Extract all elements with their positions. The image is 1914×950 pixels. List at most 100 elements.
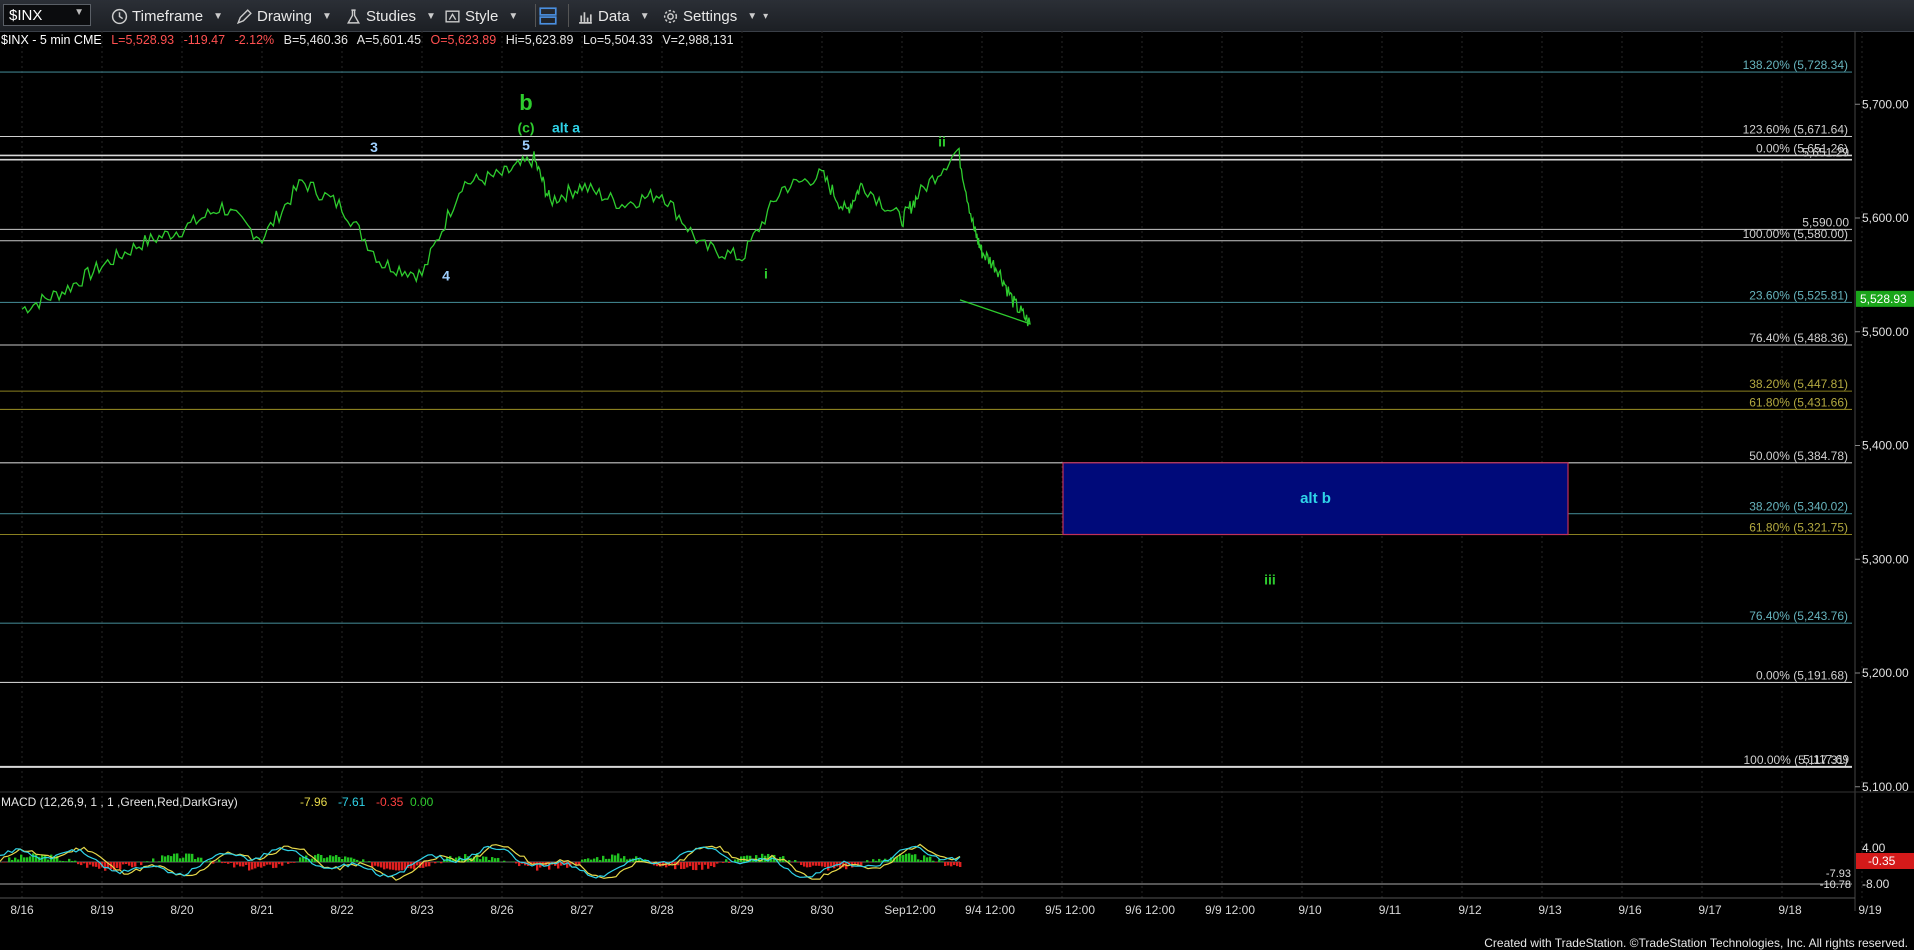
fib-level-label: 23.60% (5,525.81) [1749, 288, 1848, 302]
fib-level-label: 76.40% (5,488.36) [1749, 331, 1848, 345]
x-tick-label: 9/10 [1298, 903, 1322, 917]
macd-histogram-bar [92, 862, 95, 867]
timeframe-button[interactable]: Timeframe ▼ [111, 5, 223, 27]
macd-histogram-bar [185, 853, 188, 862]
macd-histogram-bar [158, 861, 161, 862]
last-price-tag-label: 5,528.93 [1860, 292, 1907, 306]
settings-button[interactable]: Settings ▼ ▾ [662, 5, 768, 27]
wave-label: i [764, 265, 768, 281]
macd-histogram-bar [86, 862, 89, 868]
macd-histogram-bar [323, 858, 326, 862]
macd-histogram-bar [704, 862, 707, 865]
settings-label: Settings [683, 7, 738, 25]
drawing-label: Drawing [257, 7, 313, 25]
macd-histogram-bar [329, 855, 332, 862]
macd-histogram-bar [332, 856, 335, 862]
last-price: L=5,528.93 [111, 33, 175, 47]
y-tick-label: 5,300.00 [1862, 552, 1909, 566]
macd-histogram-bar [602, 855, 605, 862]
drawing-button[interactable]: Drawing ▼ [236, 5, 332, 27]
macd-histogram-bar [233, 862, 236, 868]
macd-label: MACD (12,26,9, 1 , 1 ,Green,Red,DarkGray… [1, 795, 238, 809]
macd-histogram-bar [257, 862, 260, 867]
y-tick-label: 5,400.00 [1862, 439, 1909, 453]
macd-histogram-bar [140, 862, 143, 866]
macd-histogram-bar [347, 857, 350, 862]
macd-histogram-bar [815, 862, 818, 866]
chevron-down-icon: ▼ [747, 10, 758, 22]
macd-histogram-bar [584, 859, 587, 862]
macd-histogram-bar [194, 859, 197, 862]
x-tick-label: 8/20 [170, 903, 194, 917]
macd-histogram-bar [929, 856, 932, 862]
symbol-input[interactable]: $INX ▼ [3, 4, 91, 26]
macd-histogram-bar [68, 858, 71, 862]
studies-button[interactable]: Studies ▼ [345, 5, 436, 27]
macd-value: -7.61 [338, 795, 366, 809]
macd-histogram-bar [722, 862, 725, 863]
macd-histogram-bar [878, 858, 881, 862]
macd-histogram-bar [497, 857, 500, 862]
macd-histogram-bar [293, 862, 296, 863]
macd-histogram-bar [689, 862, 692, 867]
chevron-down-icon: ▼ [322, 10, 332, 22]
x-tick-label: 8/29 [730, 903, 754, 917]
macd-histogram-bar [263, 862, 266, 867]
price-line [21, 147, 1031, 327]
macd-histogram-bar [131, 862, 134, 868]
macd-histogram-bar [116, 862, 119, 868]
macd-histogram-bar [482, 856, 485, 862]
macd-histogram-bar [956, 862, 959, 867]
toolbar: $INX ▼ Timeframe ▼ Drawing ▼ Studies ▼ S… [0, 0, 1914, 32]
macd-histogram-bar [398, 862, 401, 871]
macd-histogram-bar [134, 862, 137, 867]
chevron-down-icon: ▼ [508, 10, 519, 22]
macd-histogram-bar [875, 860, 878, 862]
data-button[interactable]: Data ▼ [577, 5, 650, 27]
macd-histogram-bar [209, 860, 212, 862]
macd-histogram-bar [326, 857, 329, 862]
flask-icon [346, 8, 361, 24]
macd-value: 0.00 [410, 795, 434, 809]
style-button[interactable]: Style ▼ [444, 5, 518, 27]
macd-histogram-bar [272, 862, 275, 869]
macd-histogram-bar [128, 862, 131, 866]
macd-histogram-bar [167, 855, 170, 862]
macd-histogram-bar [485, 856, 488, 862]
macd-histogram-bar [260, 862, 263, 868]
macd-histogram-bar [32, 853, 35, 862]
macd-histogram-bar [62, 861, 65, 862]
macd-histogram-bar [173, 853, 176, 862]
gear-icon [663, 9, 678, 23]
macd-histogram-bar [794, 860, 797, 862]
macd-histogram-bar [89, 862, 92, 865]
toolbar-divider [568, 4, 569, 27]
macd-histogram-bar [812, 862, 815, 866]
wave-label: 4 [442, 268, 450, 284]
macd-histogram-bar [338, 856, 341, 862]
x-tick-label: 9/13 [1538, 903, 1562, 917]
macd-histogram-bar [104, 862, 107, 871]
price-chart[interactable]: 8/16 8/19 8/20 8/21 8/22 8/23 8/26 8/27 8/28 8/29… [0, 31, 1914, 941]
layout-button[interactable] [538, 5, 558, 27]
macd-histogram-bar [29, 856, 32, 862]
macd-histogram-bar [428, 862, 431, 867]
macd-histogram-bar [608, 858, 611, 862]
wave-label: ii [938, 133, 946, 149]
macd-histogram-bar [596, 857, 599, 862]
y-tick-label: 5,700.00 [1862, 97, 1909, 111]
macd-histogram-bar [287, 862, 290, 864]
x-tick-label: 9/11 [1379, 903, 1402, 917]
macd-histogram-bar [944, 862, 947, 867]
macd-histogram-bar [941, 861, 944, 862]
open-price: O=5,623.89 [430, 33, 497, 47]
more-icon[interactable]: ▾ [763, 11, 768, 22]
x-tick-label: 9/12 [1458, 903, 1482, 917]
style-icon [445, 9, 460, 23]
macd-histogram-bar [623, 856, 626, 862]
wave-label: alt a [552, 120, 580, 136]
macd-histogram-bar [578, 862, 581, 865]
macd-histogram-bar [725, 859, 728, 862]
y-tick-label: 5,600.00 [1862, 211, 1909, 225]
macd-histogram-bar [11, 859, 14, 862]
